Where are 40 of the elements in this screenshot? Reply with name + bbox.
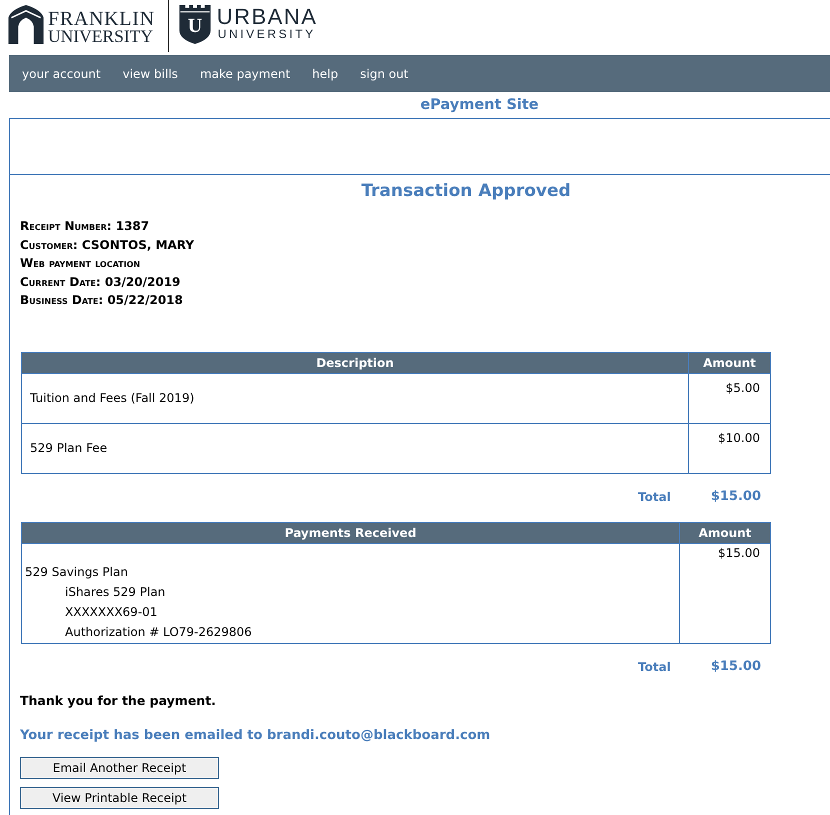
nav-link[interactable]: your account [22,66,101,80]
arch-logo-icon [8,5,44,44]
nav-link[interactable]: help [312,66,338,80]
column-header: Description [22,352,688,373]
shield-letter: U [188,16,202,36]
total-label: Total [638,490,671,504]
page-title: Transaction Approved [361,181,571,201]
column-header: Amount [680,522,770,543]
table-cell: Tuition and Fees (Fall 2019) [22,373,688,423]
payment-detail: Authorization # LO79-2629806 [64,624,253,640]
shield-logo-icon [178,5,211,44]
site-title: ePayment Site [420,97,539,113]
total-amount: $15.00 [710,489,761,504]
logo-subtitle: UNIVERSITY [48,28,154,45]
logo-name: FRANKLIN [48,11,155,28]
table-cell: $5.00 [688,373,770,423]
column-header: Amount [688,352,770,373]
receipt-info-line: Web payment location [20,255,142,272]
email-notice: Your receipt has been emailed to brandi.couto@blackboard.com [20,726,492,744]
receipt-button[interactable]: View Printable Receipt [20,786,219,808]
table-cell: 529 Plan Fee [22,423,688,473]
receipt-info-line: Business Date: 05/22/2018 [20,292,184,309]
nav-link[interactable]: view bills [122,66,178,80]
receipt-button[interactable]: Email Another Receipt [20,756,219,778]
nav-link[interactable]: make payment [200,66,290,80]
nav-link[interactable]: sign out [360,66,408,80]
logo-name: URBANA [216,6,318,28]
receipt-info-line: Customer: CSONTOS, MARY [20,236,196,254]
payment-detail: iShares 529 Plan [64,584,166,600]
table-cell: $15.00 [680,543,770,643]
table-cell: $10.00 [688,423,770,473]
thank-you-message: Thank you for the payment. [20,692,217,710]
column-header: Payments Received [22,522,680,543]
receipt-info-line: Current Date: 03/20/2019 [20,274,182,290]
receipt-info-line: Receipt Number: 1387 [20,218,150,235]
payment-detail: XXXXXXX69-01 [64,604,158,620]
logo-subtitle: UNIVERSITY [218,28,317,41]
payment-method: 529 Savings Plan [25,564,129,580]
total-label: Total [638,660,671,674]
total-amount: $15.00 [710,659,761,674]
